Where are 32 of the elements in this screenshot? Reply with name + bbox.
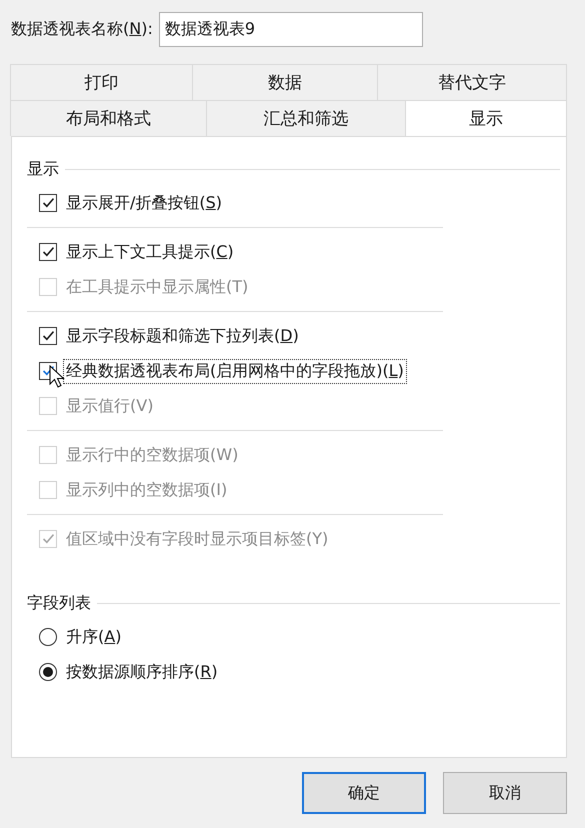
mouse-cursor-icon <box>49 365 65 389</box>
section-title: 显示 <box>27 158 59 180</box>
tab[interactable]: 打印 <box>10 64 193 100</box>
checkbox-label: 值区域中没有字段时显示项目标签(Y) <box>65 528 330 550</box>
checkbox-label: 显示值行(V) <box>65 394 154 416</box>
checkbox-label: 显示行中的空数据项(W) <box>65 444 240 466</box>
tab[interactable]: 替代文字 <box>377 64 567 100</box>
checkbox-label: 在工具提示中显示属性(T) <box>65 276 250 298</box>
checkbox[interactable] <box>39 194 57 212</box>
section-title: 字段列表 <box>27 592 91 614</box>
radio-label: 升序(A) <box>65 626 122 648</box>
checkbox-label: 显示字段标题和筛选下拉列表(D) <box>65 324 300 346</box>
checkbox-label: 显示展开/折叠按钮(S) <box>65 192 224 214</box>
checkmark-icon <box>42 331 54 341</box>
checkbox-label: 经典数据透视表布局(启用网格中的字段拖放)(L) <box>64 360 406 382</box>
pivot-name-field[interactable]: 数据透视表9 <box>158 12 423 47</box>
ok-button[interactable]: 确定 <box>302 772 426 814</box>
checkbox[interactable] <box>39 243 57 261</box>
radio-label: 按数据源顺序排序(R) <box>65 660 219 682</box>
checkmark-icon <box>42 366 54 376</box>
tab[interactable]: 布局和格式 <box>10 100 207 136</box>
cancel-button[interactable]: 取消 <box>443 772 567 814</box>
checkbox-label: 显示列中的空数据项(I) <box>65 478 228 500</box>
checkbox-label: 显示上下文工具提示(C) <box>65 240 235 262</box>
tab[interactable]: 显示 <box>405 100 567 136</box>
checkmark-icon <box>42 247 54 257</box>
radio-button[interactable] <box>39 663 57 681</box>
checkmark-icon <box>42 534 54 544</box>
checkbox[interactable] <box>39 327 57 345</box>
radio-button[interactable] <box>39 628 57 646</box>
checkmark-icon <box>42 198 54 208</box>
pivot-name-label: 数据透视表名称(N): <box>11 19 153 40</box>
